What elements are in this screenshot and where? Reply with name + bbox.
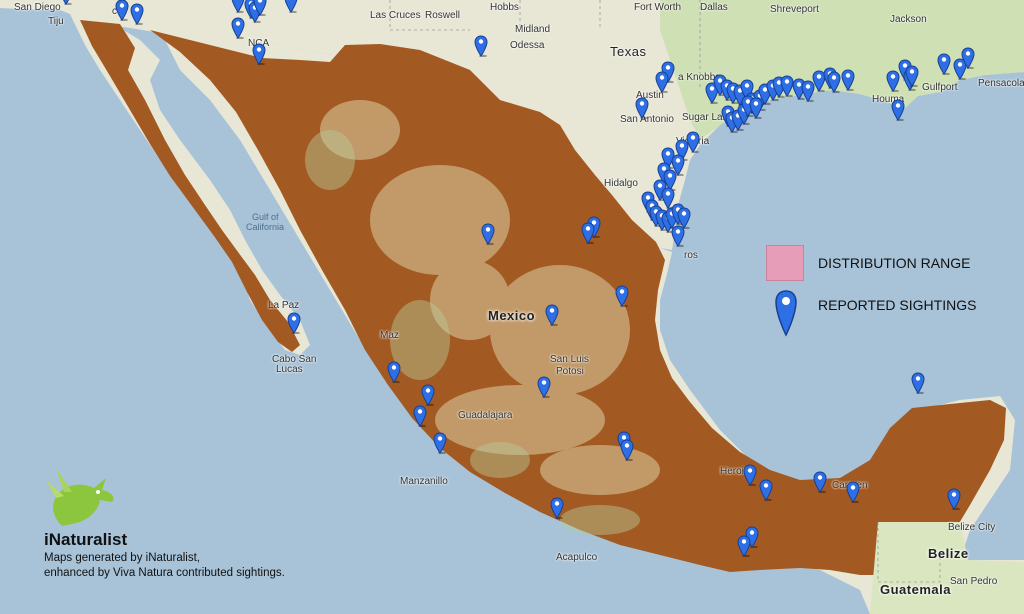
sighting-pin-icon[interactable] (550, 497, 564, 519)
sighting-pin-icon[interactable] (413, 405, 427, 427)
sighting-pin-icon[interactable] (115, 0, 129, 21)
sighting-pin-icon[interactable] (59, 0, 73, 5)
distribution-range-label: DISTRIBUTION RANGE (818, 255, 971, 271)
place-gulf-of-california-1: Gulf of (252, 212, 279, 222)
place-belize-city: Belize City (948, 522, 996, 533)
place-belize: Belize (928, 546, 969, 561)
place-manzanillo: Manzanillo (400, 476, 448, 487)
place-san-luis-2: Potosi (556, 366, 584, 377)
sighting-pin-icon[interactable] (827, 71, 841, 93)
legend: DISTRIBUTION RANGE REPORTED SIGHTINGS (766, 245, 1006, 345)
place-guadalajara: Guadalajara (458, 410, 513, 421)
place-pensacola: Pensacola (978, 78, 1024, 89)
sighting-pin-icon[interactable] (581, 222, 595, 244)
distribution-range-swatch (766, 245, 804, 281)
place-gulf-of-california-2: California (246, 222, 285, 232)
sighting-pin-icon[interactable] (231, 17, 245, 39)
place-hidalgo: Hidalgo (604, 178, 638, 189)
sighting-pin-icon[interactable] (961, 47, 975, 69)
place-maz: Maz (380, 330, 399, 341)
sighting-pin-icon[interactable] (433, 432, 447, 454)
place-san-diego: San Diego (14, 2, 61, 13)
sighting-pin-icon[interactable] (635, 97, 649, 119)
sighting-pin-icon[interactable] (481, 223, 495, 245)
sighting-pin-icon[interactable] (387, 361, 401, 383)
sighting-pin-icon[interactable] (252, 43, 266, 65)
sighting-pin-icon[interactable] (287, 312, 301, 334)
place-jackson: Jackson (890, 14, 927, 25)
map-pin-icon (775, 290, 797, 337)
sighting-pin-icon[interactable] (253, 0, 267, 16)
sighting-pin-icon[interactable] (813, 471, 827, 493)
sighting-pin-icon[interactable] (937, 53, 951, 75)
sighting-pin-icon[interactable] (421, 384, 435, 406)
sighting-pin-icon[interactable] (905, 65, 919, 87)
sighting-pin-icon[interactable] (671, 225, 685, 247)
map-view[interactable]: San Diego Tiju cali NCA Las Cruces Roswe… (0, 0, 1024, 614)
sighting-pin-icon[interactable] (743, 464, 757, 486)
sighting-pin-icon[interactable] (841, 69, 855, 91)
sighting-pin-icon[interactable] (545, 304, 559, 326)
place-dallas: Dallas (700, 2, 728, 13)
sighting-pin-icon[interactable] (284, 0, 298, 13)
green-bird-icon (46, 468, 114, 526)
brand-caption-line1: Maps generated by iNaturalist, (44, 552, 200, 564)
reported-sightings-label: REPORTED SIGHTINGS (818, 297, 977, 313)
place-odessa: Odessa (510, 40, 545, 51)
sighting-pin-icon[interactable] (947, 488, 961, 510)
sighting-pin-icon[interactable] (130, 3, 144, 25)
place-acapulco: Acapulco (556, 552, 598, 563)
place-guatemala: Guatemala (880, 582, 951, 597)
sighting-pin-icon[interactable] (231, 0, 245, 13)
sighting-pin-icon[interactable] (655, 71, 669, 93)
sighting-pin-icon[interactable] (737, 535, 751, 557)
sighting-pin-icon[interactable] (891, 99, 905, 121)
sighting-pin-icon[interactable] (537, 376, 551, 398)
place-mexico: Mexico (488, 308, 536, 323)
place-cabo-2: Lucas (276, 364, 303, 375)
sighting-pin-icon[interactable] (620, 439, 634, 461)
place-las-cruces: Las Cruces (370, 10, 421, 21)
place-ros: ros (684, 250, 698, 261)
place-la-paz: La Paz (268, 300, 300, 311)
sighting-pin-icon[interactable] (474, 35, 488, 57)
inaturalist-branding: iNaturalist Maps generated by iNaturalis… (42, 466, 322, 586)
place-roswell: Roswell (425, 10, 461, 21)
sighting-pin-icon[interactable] (846, 481, 860, 503)
sighting-pin-icon[interactable] (759, 479, 773, 501)
place-gulfport: Gulfport (922, 82, 958, 93)
sighting-pin-icon[interactable] (911, 372, 925, 394)
brand-name: iNaturalist (44, 530, 128, 549)
place-tijuana: Tiju (48, 16, 64, 27)
sighting-pin-icon[interactable] (749, 97, 763, 119)
place-hobbs: Hobbs (490, 2, 519, 13)
place-san-pedro: San Pedro (950, 576, 998, 587)
place-fort-worth: Fort Worth (634, 2, 682, 13)
place-shreveport: Shreveport (770, 4, 819, 15)
place-midland: Midland (515, 24, 551, 35)
place-san-luis-1: San Luis (550, 354, 589, 365)
place-texas: Texas (610, 44, 647, 59)
sighting-pin-icon[interactable] (615, 285, 629, 307)
brand-caption-line2: enhanced by Viva Natura contributed sigh… (44, 567, 285, 579)
